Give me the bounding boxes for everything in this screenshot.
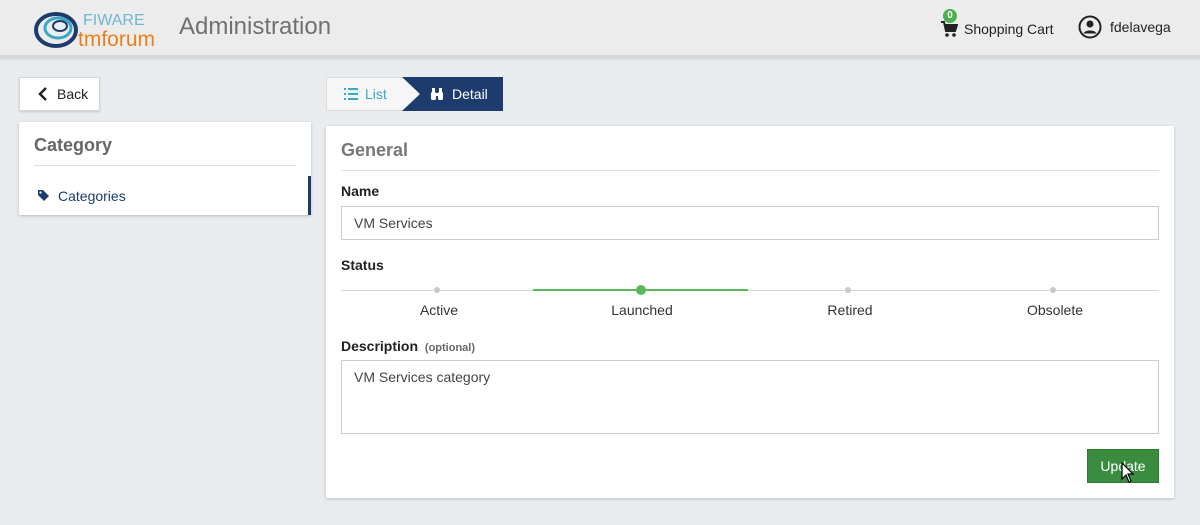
cart-count-badge: 0 — [943, 9, 957, 23]
status-label: Status — [341, 257, 384, 273]
detail-card: General Name Status Active Launched Reti… — [326, 126, 1174, 498]
svg-text:FIWARE: FIWARE — [83, 12, 145, 29]
status-step-active[interactable]: Active — [420, 302, 458, 318]
sidebar-item-categories[interactable]: Categories — [19, 176, 311, 215]
status-step-obsolete-dot[interactable] — [1050, 287, 1056, 293]
tab-list[interactable]: List — [326, 77, 420, 111]
tag-icon — [38, 190, 49, 201]
cart-label: Shopping Cart — [964, 21, 1054, 37]
description-label-text: Description — [341, 338, 419, 354]
name-label: Name — [341, 183, 380, 199]
panel-title: Category — [34, 135, 113, 155]
status-step-launched-dot[interactable] — [636, 285, 646, 295]
status-step-retired-dot[interactable] — [845, 287, 851, 293]
cart-icon: 0 — [940, 9, 959, 38]
back-label: Back — [57, 86, 89, 102]
section-title: General — [341, 140, 409, 160]
list-icon — [344, 88, 358, 100]
tab-detail-label: Detail — [452, 86, 488, 102]
user-circle-icon — [1078, 15, 1102, 39]
description-label: Description (optional) — [341, 338, 475, 354]
binoculars-icon — [431, 88, 443, 100]
app-title: Administration — [179, 13, 332, 40]
back-button[interactable]: Back — [19, 77, 100, 111]
chevron-left-icon — [38, 87, 47, 101]
mouse-cursor-icon — [1121, 462, 1135, 483]
status-step-obsolete[interactable]: Obsolete — [1027, 302, 1083, 318]
status-track — [341, 290, 1159, 291]
svg-text:tmforum: tmforum — [78, 28, 155, 50]
category-panel: Category Categories — [19, 122, 311, 215]
fiware-tmforum-logo[interactable]: FIWARE tmforum — [34, 8, 174, 50]
shopping-cart-link[interactable]: 0 Shopping Cart — [940, 9, 1054, 40]
status-step-launched[interactable]: Launched — [611, 302, 673, 318]
user-menu[interactable]: fdelavega — [1078, 15, 1171, 39]
tab-list-label: List — [365, 86, 387, 102]
status-step-retired[interactable]: Retired — [827, 302, 872, 318]
divider — [341, 170, 1159, 171]
top-header: FIWARE tmforum Administration 0 Shopping… — [0, 0, 1200, 58]
description-textarea[interactable]: VM Services category — [341, 360, 1159, 434]
sidebar-item-label: Categories — [58, 187, 126, 204]
optional-hint: (optional) — [424, 342, 476, 354]
divider — [34, 165, 296, 166]
name-input[interactable] — [341, 206, 1159, 240]
status-step-active-dot[interactable] — [434, 287, 440, 293]
username: fdelavega — [1110, 19, 1171, 35]
